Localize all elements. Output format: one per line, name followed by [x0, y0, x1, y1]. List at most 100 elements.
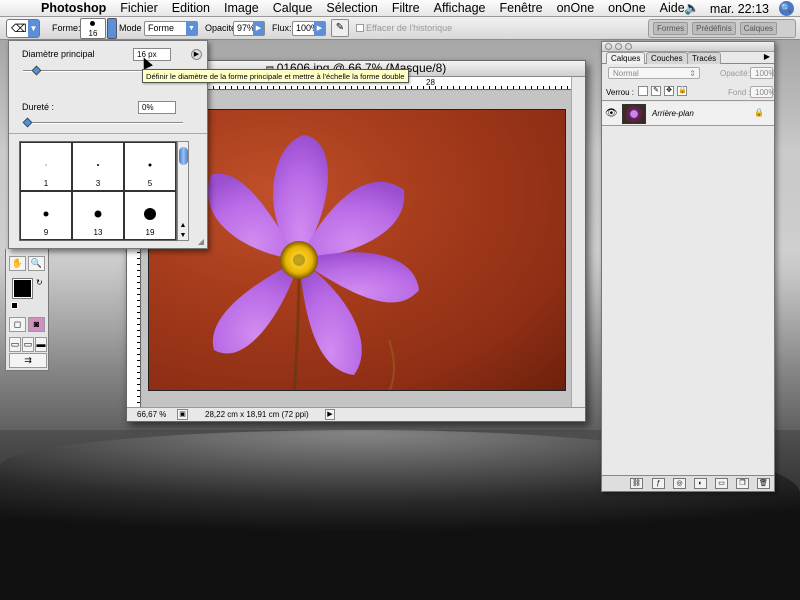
trash-icon[interactable]: 🗑 [757, 478, 770, 489]
hardness-input[interactable]: 0% [138, 101, 176, 114]
lock-pixels-icon[interactable]: ✎ [651, 86, 661, 96]
lock-all-icon[interactable]: 🔒 [677, 86, 687, 96]
brush-preset-picker[interactable]: 16 [80, 18, 106, 39]
screen-mode-full[interactable]: ▬ [35, 337, 47, 352]
tools-palette: ✋ 🔍 ↻ ◻ ◙ ▭ ▭ ▬ ⇉ [5, 249, 49, 371]
popup-menu-arrow-icon[interactable]: ▶ [191, 49, 202, 60]
layer-style-icon[interactable]: ƒ [652, 478, 665, 489]
scrollbar-thumb[interactable] [179, 147, 188, 165]
hardness-slider[interactable] [22, 117, 183, 128]
screen-mode-menubar[interactable]: ▭ [22, 337, 34, 352]
status-arrow-icon[interactable]: ▶ [325, 409, 335, 420]
imageready-button[interactable]: ⇉ [9, 353, 47, 368]
menu-fichier[interactable]: Fichier [113, 1, 165, 15]
tab-calques[interactable]: Calques [606, 52, 646, 64]
palette-menu-arrow-icon[interactable]: ▶ [764, 52, 770, 61]
swap-colors-icon[interactable]: ↻ [36, 278, 43, 287]
tab-traces[interactable]: Tracés [687, 52, 722, 64]
layer-fill-input[interactable]: 100% [750, 86, 775, 98]
menu-onone-1[interactable]: onOne [550, 1, 602, 15]
scroll-down-icon[interactable]: ▼ [178, 232, 188, 239]
tooltip: Définir le diamètre de la forme principa… [142, 69, 409, 83]
screen-mode-standard[interactable]: ▭ [9, 337, 21, 352]
flux-input[interactable]: 100% ▶ [292, 21, 326, 36]
tab-couches[interactable]: Couches [646, 52, 688, 64]
zoom-icon[interactable] [625, 43, 632, 50]
opacite-input[interactable]: 97% ▶ [233, 21, 265, 36]
history-label: Effacer de l'historique [366, 23, 453, 33]
mode-select[interactable]: Forme ▼ [144, 21, 198, 36]
brush-size-label: 13 [93, 228, 103, 237]
new-layer-icon[interactable]: ❐ [736, 478, 749, 489]
brush-preview-icon [94, 210, 102, 218]
well-tab-predefinis[interactable]: Prédéfinis [692, 22, 736, 35]
brush-preview-icon [97, 163, 99, 166]
tool-preset-picker[interactable]: ⌫ ▼ [6, 19, 40, 38]
default-colors-icon[interactable] [11, 302, 18, 309]
brush-preset-cell[interactable]: 13 [72, 191, 124, 240]
add-mask-icon[interactable]: ◎ [673, 478, 686, 489]
menu-calque[interactable]: Calque [266, 1, 320, 15]
eye-icon[interactable]: 👁 [605, 108, 618, 119]
history-checkbox[interactable] [356, 24, 364, 32]
menu-clock[interactable]: mar. 22:13 [710, 2, 769, 16]
eraser-icon: ⌫ [11, 23, 27, 35]
brush-preset-cell[interactable]: 5 [124, 142, 176, 191]
document-dimensions: 28,22 cm x 18,91 cm (72 ppi) [205, 410, 309, 419]
zoom-tool[interactable]: 🔍 [28, 256, 45, 271]
layer-opacity-input[interactable]: 100% [750, 67, 775, 79]
menu-onone-2[interactable]: onOne [601, 1, 653, 15]
menu-image[interactable]: Image [217, 1, 266, 15]
document-vertical-scrollbar[interactable] [571, 77, 585, 408]
brush-picker-arrow[interactable] [107, 18, 117, 39]
menu-affichage[interactable]: Affichage [427, 1, 493, 15]
brush-preset-cell[interactable]: 1 [20, 142, 72, 191]
layers-palette-titlebar[interactable] [602, 42, 774, 52]
menu-filtre[interactable]: Filtre [385, 1, 427, 15]
menu-selection[interactable]: Sélection [319, 1, 384, 15]
brush-preset-grid: 1 3 5 9 13 19 [19, 141, 177, 241]
new-group-icon[interactable]: ▭ [715, 478, 728, 489]
menu-photoshop[interactable]: Photoshop [34, 1, 113, 15]
popup-divider [9, 133, 207, 134]
layers-palette: Calques Couches Tracés ▶ Normal ⇕ Opacité… [601, 41, 775, 492]
zoom-level[interactable]: 66,67 % [137, 408, 166, 421]
status-menu-icon[interactable]: ▣ [177, 409, 188, 420]
close-icon[interactable] [605, 43, 612, 50]
diameter-label: Diamètre principal [22, 49, 95, 59]
layer-name[interactable]: Arrière-plan [652, 109, 694, 118]
brush-size-label: 1 [43, 179, 49, 188]
link-layers-icon[interactable]: ⛓ [630, 478, 643, 489]
foreground-color-swatch[interactable] [12, 278, 33, 299]
brush-preset-cell[interactable]: 19 [124, 191, 176, 240]
well-tab-formes[interactable]: Formes [653, 22, 689, 35]
spotlight-icon[interactable]: 🔍 [779, 1, 794, 16]
layer-thumbnail [622, 104, 646, 124]
resize-grip-icon[interactable]: ◢ [198, 237, 204, 246]
lock-position-icon[interactable]: ✥ [664, 86, 674, 96]
menu-edition[interactable]: Edition [165, 1, 217, 15]
volume-icon[interactable]: 🔈 [684, 1, 700, 16]
airbrush-toggle[interactable]: ✎ [331, 19, 349, 37]
blend-mode-select[interactable]: Normal ⇕ [608, 67, 700, 79]
photo-canvas[interactable] [148, 109, 566, 391]
scroll-up-icon[interactable]: ▲ [178, 222, 188, 229]
diameter-slider-thumb[interactable] [31, 65, 42, 76]
layers-bottom-toolbar: ⛓ ƒ ◎ ◐ ▭ ❐ 🗑 [602, 475, 774, 491]
brush-grid-scrollbar[interactable]: ▲ ▼ [177, 141, 189, 241]
palette-well: Formes Prédéfinis Calques [648, 19, 796, 38]
adjustment-layer-icon[interactable]: ◐ [694, 478, 707, 489]
hardness-slider-thumb[interactable] [22, 117, 33, 128]
standard-mode-button[interactable]: ◻ [9, 317, 26, 332]
lock-transparency-icon[interactable] [638, 86, 648, 96]
layer-row[interactable]: 👁 Arrière-plan 🔒 [602, 102, 774, 126]
well-tab-calques[interactable]: Calques [739, 22, 778, 35]
minimize-icon[interactable] [615, 43, 622, 50]
brush-preset-cell[interactable]: 3 [72, 142, 124, 191]
brush-preview-icon [45, 164, 47, 166]
quick-mask-button[interactable]: ◙ [28, 317, 45, 332]
brush-size-label: 19 [145, 228, 155, 237]
hand-tool[interactable]: ✋ [9, 256, 26, 271]
brush-preset-cell[interactable]: 9 [20, 191, 72, 240]
menu-fenetre[interactable]: Fenêtre [493, 1, 550, 15]
